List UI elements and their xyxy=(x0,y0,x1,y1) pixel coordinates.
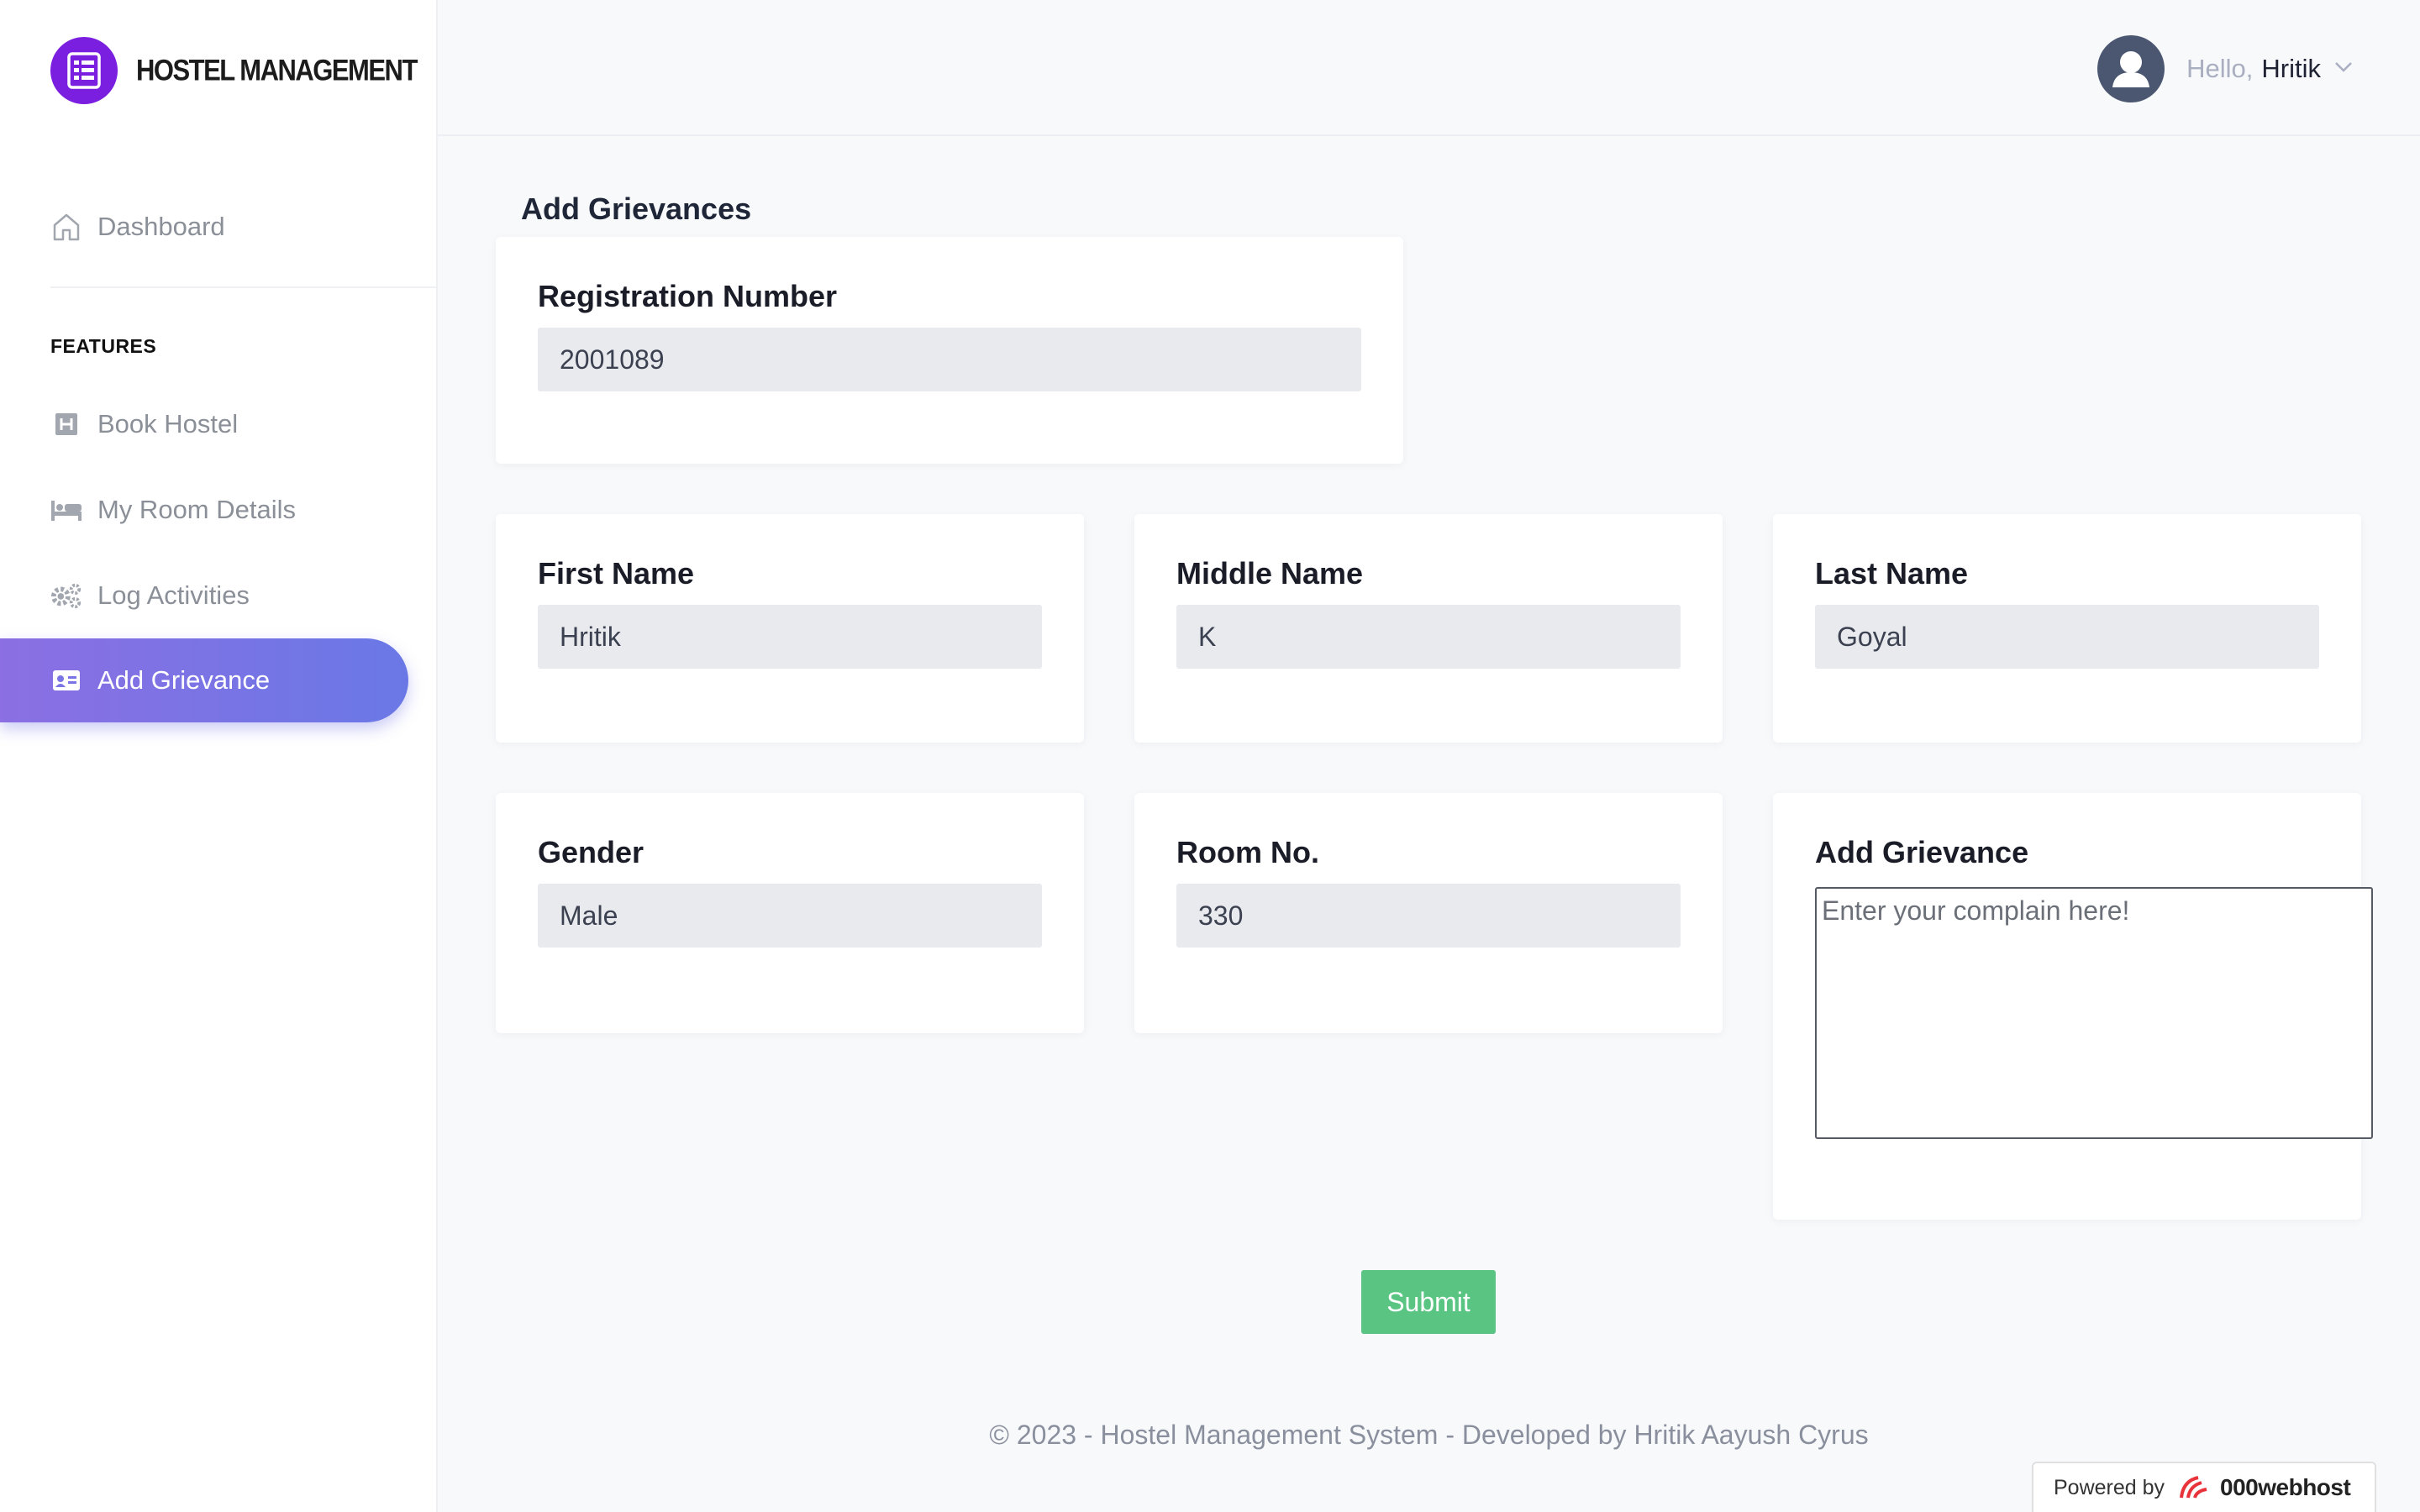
registration-number-label: Registration Number xyxy=(538,279,838,313)
gender-label: Gender xyxy=(538,835,644,869)
hotel-icon xyxy=(50,408,82,440)
user-avatar-icon xyxy=(2097,35,2165,102)
sidebar-item-label: Book Hostel xyxy=(97,409,239,438)
chevron-down-icon xyxy=(2334,61,2353,77)
last-name-field[interactable]: Goyal xyxy=(1815,605,2319,669)
sidebar-item-add-grievance[interactable]: Add Grievance xyxy=(0,638,408,722)
bed-icon xyxy=(50,494,82,526)
webhost-logo-icon xyxy=(2176,1473,2213,1503)
cogs-icon xyxy=(50,580,82,612)
sidebar-item-label: Add Grievance xyxy=(97,665,271,695)
sidebar-item-label: My Room Details xyxy=(97,495,296,524)
user-name: Hritik xyxy=(2261,54,2321,83)
sidebar-item-label: Log Activities xyxy=(97,580,250,610)
sidebar-item-book-hostel[interactable]: Book Hostel xyxy=(0,382,408,466)
gender-field[interactable]: Male xyxy=(538,884,1042,948)
first-name-label: First Name xyxy=(538,556,695,591)
top-bar: Hello, Hritik xyxy=(438,0,2420,136)
building-list-icon xyxy=(50,37,118,104)
grievance-label: Add Grievance xyxy=(1815,835,2029,869)
sidebar-item-dashboard[interactable]: Dashboard xyxy=(0,185,408,269)
registration-number-card: Registration Number 2001089 xyxy=(496,237,1403,464)
footer-text: © 2023 - Hostel Management System - Deve… xyxy=(989,1420,1869,1450)
gender-card: Gender Male xyxy=(496,793,1084,1033)
sidebar-item-my-room-details[interactable]: My Room Details xyxy=(0,468,408,552)
powered-by-prefix: Powered by xyxy=(2054,1475,2165,1499)
last-name-label: Last Name xyxy=(1815,556,1969,591)
room-number-field[interactable]: 330 xyxy=(1176,884,1681,948)
home-icon xyxy=(50,211,82,243)
greeting: Hello, xyxy=(2186,54,2254,83)
middle-name-field[interactable]: K xyxy=(1176,605,1681,669)
powered-by-brand: 000webhost xyxy=(2220,1474,2351,1500)
grievance-card: Add Grievance xyxy=(1773,793,2373,1220)
sidebar-item-label: Dashboard xyxy=(97,212,225,241)
powered-by-badge[interactable]: Powered by 000webhost xyxy=(2032,1462,2376,1512)
room-number-label: Room No. xyxy=(1176,835,1319,869)
id-card-icon xyxy=(50,664,82,696)
first-name-card: First Name Hritik xyxy=(496,514,1084,743)
room-number-card: Room No. 330 xyxy=(1134,793,1723,1033)
user-menu[interactable]: Hello, Hritik xyxy=(2097,35,2353,102)
sidebar-item-log-activities[interactable]: Log Activities xyxy=(0,554,408,638)
page-title: Add Grievances xyxy=(521,192,752,226)
sidebar-divider xyxy=(50,286,438,288)
brand[interactable]: HOSTEL MANAGEMENT xyxy=(50,37,418,104)
brand-name: HOSTEL MANAGEMENT xyxy=(136,53,418,87)
last-name-card: Last Name Goyal xyxy=(1773,514,2361,743)
middle-name-label: Middle Name xyxy=(1176,556,1364,591)
section-label-features: FEATURES xyxy=(50,335,157,357)
grievance-textarea[interactable] xyxy=(1815,887,2373,1139)
middle-name-card: Middle Name K xyxy=(1134,514,1723,743)
submit-button[interactable]: Submit xyxy=(1361,1270,1496,1334)
registration-number-field[interactable]: 2001089 xyxy=(538,328,1361,391)
first-name-field[interactable]: Hritik xyxy=(538,605,1042,669)
sidebar: HOSTEL MANAGEMENT Dashboard FEATURES Boo… xyxy=(0,0,438,1512)
